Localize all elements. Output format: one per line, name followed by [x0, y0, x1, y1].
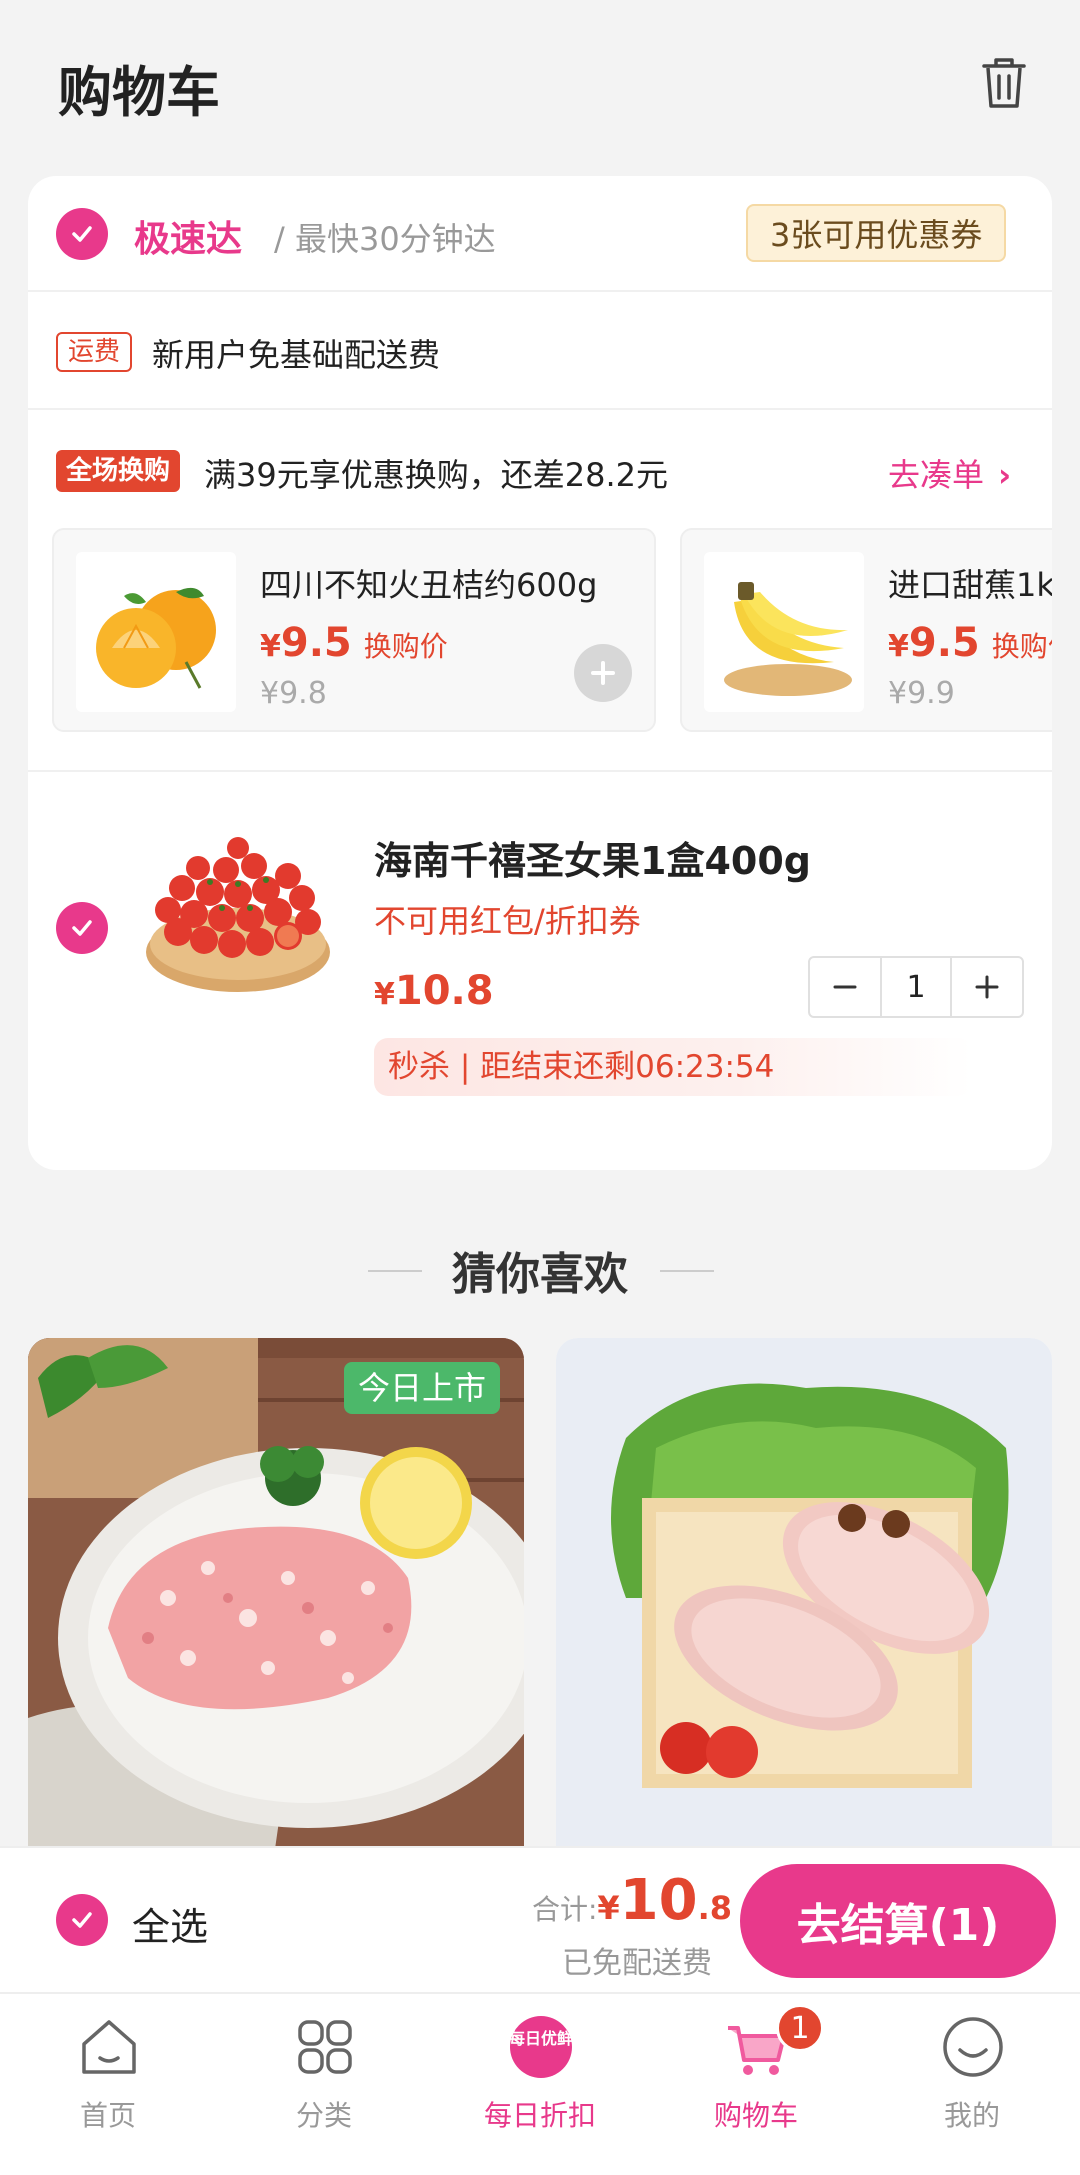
item-price: ¥10.8 — [374, 968, 494, 1014]
tab-label: 分类 — [295, 2099, 352, 2132]
swap-item-original-price: ¥9.9 — [888, 676, 955, 711]
swap-text: 满39元享优惠换购，还差28.2元 — [204, 456, 668, 494]
delivery-fee-row: 运费 新用户免基础配送费 — [28, 292, 1052, 410]
increase-button[interactable] — [952, 958, 1022, 1016]
fee-text: 新用户免基础配送费 — [152, 336, 441, 374]
swap-item-card[interactable]: 进口甜蕉1kg ¥9.5换购价 ¥9.9 — [680, 528, 1052, 732]
cart-item-row: 海南千禧圣女果1盒400g 不可用红包/折扣券 ¥10.8 1 秒杀 | 距结束… — [28, 772, 1052, 1170]
item-note: 不可用红包/折扣券 — [374, 902, 641, 940]
free-shipping-note: 已免配送费 — [562, 1946, 712, 1981]
daily-discount-icon: 每日优鲜 — [509, 2016, 573, 2078]
swap-item-price: ¥9.5换购价 — [888, 620, 1052, 666]
flash-sale-countdown: 秒杀 | 距结束还剩06:23:54 — [374, 1038, 972, 1096]
recommend-card[interactable] — [556, 1338, 1052, 1898]
quantity-stepper: 1 — [808, 956, 1024, 1018]
chicken-breast-image — [556, 1338, 1052, 1898]
item-name[interactable]: 海南千禧圣女果1盒400g — [374, 830, 811, 885]
swap-tag: 全场换购 — [56, 450, 181, 492]
tab-label: 购物车 — [713, 2099, 798, 2132]
fee-tag: 运费 — [56, 332, 133, 372]
decrease-button[interactable] — [810, 958, 880, 1016]
tab-label: 每日折扣 — [483, 2099, 596, 2132]
header: 购物车 — [0, 0, 1080, 170]
page-title: 购物车 — [58, 61, 220, 124]
check-icon — [72, 920, 92, 936]
checkout-bar: 全选 合计:¥10.8 已免配送费 去结算(1) — [0, 1846, 1080, 1992]
minced-pork-image — [28, 1338, 524, 1898]
add-more-label: 去凑单 — [888, 456, 985, 494]
total-amount: 合计:¥10.8 — [531, 1868, 732, 1933]
store-checkbox[interactable] — [56, 208, 108, 260]
quantity-value[interactable]: 1 — [880, 958, 952, 1016]
swap-promo-row: 全场换购 满39元享优惠换购，还差28.2元 去凑单 › 四川不知火丑桔约600g… — [28, 410, 1052, 772]
trash-icon[interactable] — [980, 56, 1028, 110]
divider — [660, 1270, 714, 1272]
cart-card: 极速达 / 最快30分钟达 3张可用优惠券 运费 新用户免基础配送费 全场换购 … — [28, 176, 1052, 1170]
select-all-label[interactable]: 全选 — [132, 1896, 208, 1951]
swap-item-name: 四川不知火丑桔约600g — [260, 566, 598, 604]
store-subtitle: / 最快30分钟达 — [274, 220, 496, 258]
store-row: 极速达 / 最快30分钟达 3张可用优惠券 — [28, 176, 1052, 292]
swap-item-name: 进口甜蕉1kg — [888, 566, 1052, 604]
store-name: 极速达 — [134, 219, 243, 260]
item-checkbox[interactable] — [56, 902, 108, 954]
check-icon — [72, 226, 92, 242]
tab-bar: 首页 分类 每日优鲜 每日折扣 1 购物车 我的 — [0, 1992, 1080, 2175]
svg-text:每日优鲜: 每日优鲜 — [509, 2029, 573, 2048]
new-arrival-badge: 今日上市 — [343, 1362, 500, 1414]
checkout-button[interactable]: 去结算(1) — [740, 1864, 1056, 1978]
category-icon — [298, 2020, 352, 2074]
coupon-badge[interactable]: 3张可用优惠券 — [746, 204, 1007, 262]
check-icon — [72, 1912, 92, 1928]
tab-category[interactable]: 分类 — [216, 1994, 432, 2175]
swap-item-price: ¥9.5换购价 — [260, 620, 448, 666]
cart-count-badge: 1 — [776, 2004, 824, 2052]
banana-image — [704, 552, 864, 712]
tab-cart[interactable]: 1 购物车 — [648, 1994, 864, 2175]
chevron-right-icon: › — [998, 456, 1012, 494]
recommend-title: 猜你喜欢 — [452, 1249, 628, 1300]
tab-profile[interactable]: 我的 — [864, 1994, 1080, 2175]
minus-icon — [833, 985, 857, 989]
tab-label: 首页 — [79, 2099, 136, 2132]
tangerine-image — [76, 552, 236, 712]
select-all-checkbox[interactable] — [56, 1894, 108, 1946]
cherry-tomato-image[interactable] — [138, 832, 338, 1002]
add-more-link[interactable]: 去凑单 › — [888, 450, 1011, 496]
plus-icon — [975, 975, 999, 999]
profile-icon — [943, 2017, 1003, 2077]
tab-daily-discount[interactable]: 每日优鲜 每日折扣 — [432, 1994, 648, 2175]
swap-item-card[interactable]: 四川不知火丑桔约600g ¥9.5 换购价 ¥9.8 — [52, 528, 656, 732]
add-icon[interactable] — [574, 644, 632, 702]
recommend-card[interactable]: 今日上市 — [28, 1338, 524, 1898]
home-icon — [82, 2020, 136, 2074]
tab-label: 我的 — [943, 2099, 1000, 2132]
tab-home[interactable]: 首页 — [0, 1994, 216, 2175]
swap-item-original-price: ¥9.8 — [260, 676, 327, 711]
